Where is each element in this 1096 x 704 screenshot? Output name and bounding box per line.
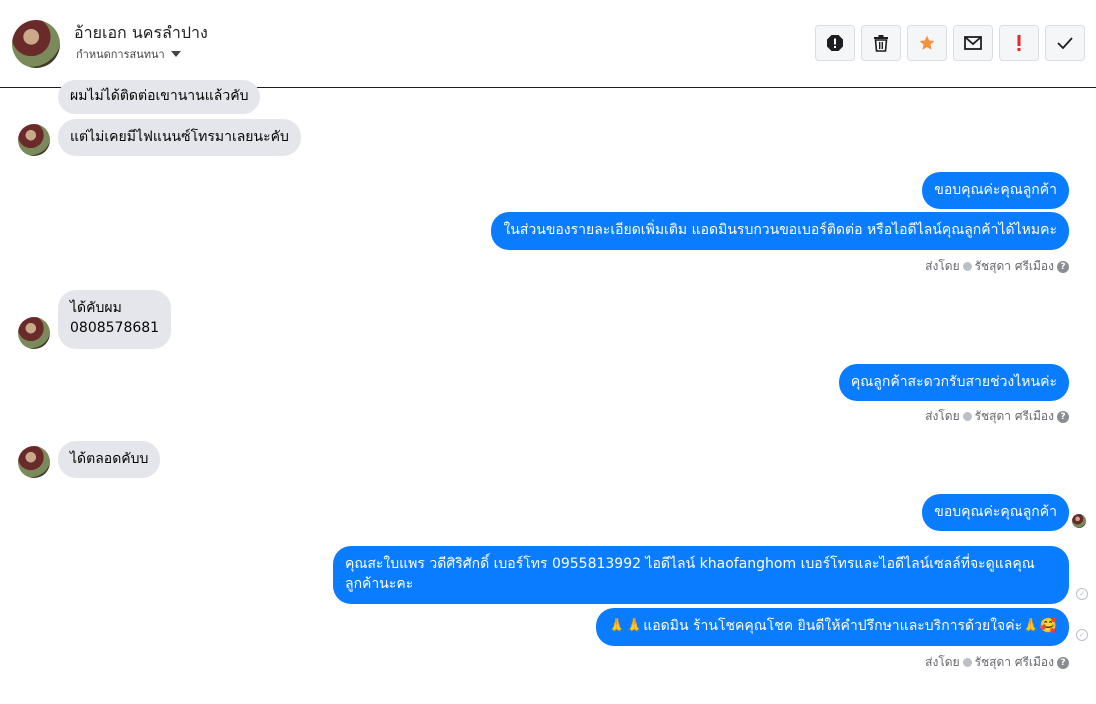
message-outgoing[interactable]: ในส่วนของรายละเอียดเพิ่มเติม แอดมินรบกวน… — [491, 212, 1069, 250]
star-button[interactable] — [907, 25, 947, 61]
conversation-schedule-label: กำหนดการสนทนา — [76, 48, 165, 61]
conversation-toolbar — [815, 25, 1085, 61]
sent-by-info: ส่งโดย รัชสุดา ศรีเมือง ? — [925, 257, 1069, 276]
sent-by-label: ส่งโดย — [925, 409, 960, 423]
sent-by-name[interactable]: รัชสุดา ศรีเมือง — [975, 407, 1054, 426]
help-icon[interactable]: ? — [1057, 260, 1069, 273]
sent-by-name[interactable]: รัชสุดา ศรีเมือง — [975, 653, 1054, 672]
message-incoming[interactable]: ได้คับผม 0808578681 — [58, 290, 172, 349]
message-incoming[interactable]: ผมไม่ได้ติดต่อเขานานแล้วคับ — [58, 80, 261, 114]
contact-avatar[interactable] — [12, 20, 60, 68]
delivered-check-icon: ✓ — [1076, 588, 1088, 600]
message-incoming[interactable]: ได้ตลอดคับบ — [58, 441, 161, 478]
read-receipt-avatar — [1072, 514, 1086, 528]
help-icon[interactable]: ? — [1057, 656, 1069, 669]
delivered-check-icon: ✓ — [1076, 629, 1088, 641]
message-outgoing[interactable]: คุณลูกค้าสะดวกรับสายช่วงไหนค่ะ — [838, 364, 1069, 401]
conversation-header: อ้ายเอก นครลำปาง กำหนดการสนทนา — [0, 0, 1096, 88]
delete-button[interactable] — [861, 25, 901, 61]
message-outgoing[interactable]: คุณสะใบแพร วดีศิริศักดิ์ เบอร์โทร 095581… — [333, 546, 1069, 604]
sent-by-info: ส่งโดย รัชสุดา ศรีเมือง ? — [925, 653, 1069, 672]
alert-icon — [1017, 35, 1021, 51]
check-icon — [1057, 37, 1073, 49]
follow-up-button[interactable] — [999, 25, 1039, 61]
agent-status-icon — [962, 262, 972, 271]
message-line: 0808578681 — [70, 320, 160, 336]
contact-name[interactable]: อ้ายเอก นครลำปาง — [74, 21, 208, 46]
sent-by-label: ส่งโดย — [925, 655, 960, 669]
sent-by-label: ส่งโดย — [925, 259, 960, 273]
mail-icon — [964, 36, 982, 50]
message-incoming[interactable]: แต่ไม่เคยมีไฟแนนซ์โทรมาเลยนะคับ — [58, 119, 301, 156]
message-outgoing[interactable]: 🙏🙏แอดมิน ร้านโชคคุณโชค ยินดีให้คำปรึกษาแ… — [596, 608, 1069, 646]
star-icon — [919, 35, 935, 50]
sent-by-info: ส่งโดย รัชสุดา ศรีเมือง ? — [925, 407, 1069, 426]
spam-icon — [827, 35, 843, 51]
mark-unread-button[interactable] — [953, 25, 993, 61]
sender-avatar — [18, 124, 50, 156]
help-icon[interactable]: ? — [1057, 410, 1069, 423]
message-outgoing[interactable]: ขอบคุณค่ะคุณลูกค้า — [922, 494, 1069, 531]
trash-icon — [874, 35, 888, 52]
agent-status-icon — [962, 658, 972, 667]
message-outgoing[interactable]: ขอบคุณค่ะคุณลูกค้า — [922, 172, 1069, 209]
message-line: ได้คับผม — [70, 300, 122, 316]
agent-status-icon — [962, 412, 972, 421]
sender-avatar — [18, 446, 50, 478]
mark-done-button[interactable] — [1045, 25, 1085, 61]
mark-spam-button[interactable] — [815, 25, 855, 61]
conversation-schedule-dropdown[interactable]: กำหนดการสนทนา — [76, 45, 181, 63]
sent-by-name[interactable]: รัชสุดา ศรีเมือง — [975, 257, 1054, 276]
sender-avatar — [18, 317, 50, 349]
caret-down-icon — [170, 51, 181, 57]
